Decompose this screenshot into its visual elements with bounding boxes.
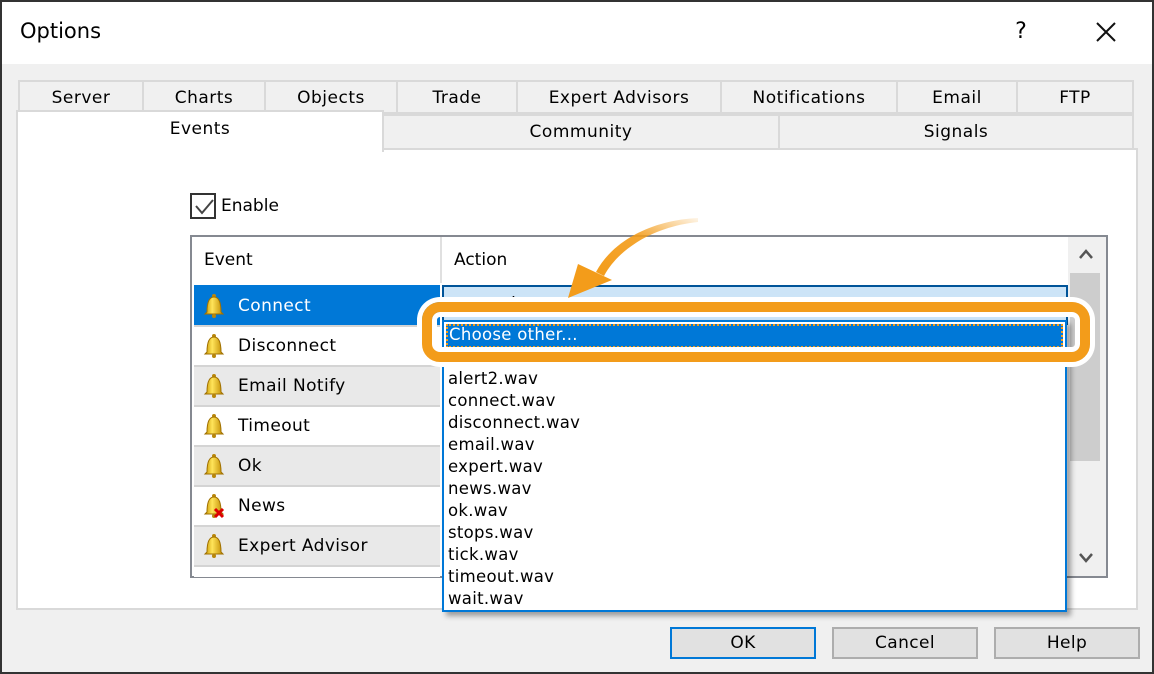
event-row-connect[interactable]: Connect — [194, 285, 440, 325]
dropdown-option[interactable]: alert2.wav — [448, 368, 538, 390]
checkmark-icon — [195, 199, 214, 215]
dropdown-option[interactable]: ok.wav — [448, 500, 508, 522]
dropdown-option[interactable]: tick.wav — [448, 544, 519, 566]
dropdown-option[interactable]: wait.wav — [448, 588, 524, 610]
options-dialog: Options ? Server Charts Objects Trade Ex… — [0, 0, 1154, 674]
tab-email[interactable]: Email — [896, 80, 1018, 114]
bell-icon — [202, 373, 226, 399]
dropdown-option[interactable]: disconnect.wav — [448, 412, 580, 434]
tab-ftp[interactable]: FTP — [1016, 80, 1134, 114]
tab-community[interactable]: Community — [382, 114, 780, 150]
tab-expert-advisors[interactable]: Expert Advisors — [516, 80, 722, 114]
dropdown-option[interactable]: stops.wav — [448, 522, 534, 544]
dropdown-option[interactable]: email.wav — [448, 434, 535, 456]
enable-checkbox[interactable] — [190, 193, 216, 219]
tab-signals[interactable]: Signals — [778, 114, 1134, 150]
event-row-expert-advisor[interactable]: Expert Advisor — [194, 525, 440, 565]
tab-events[interactable]: Events — [16, 110, 384, 152]
event-name: Connect — [238, 296, 312, 316]
bell-icon — [202, 293, 226, 319]
dropdown-option[interactable]: timeout.wav — [448, 566, 554, 588]
event-name: Expert Advisor — [238, 536, 368, 556]
vertical-scrollbar[interactable] — [1068, 237, 1106, 576]
event-row-partial[interactable] — [194, 565, 440, 577]
dropdown-option[interactable]: connect.wav — [448, 390, 556, 412]
scroll-thumb[interactable] — [1070, 273, 1100, 461]
close-icon[interactable] — [1088, 14, 1124, 50]
scroll-up-icon[interactable] — [1068, 237, 1106, 273]
tab-charts[interactable]: Charts — [142, 80, 266, 114]
bell-icon — [202, 333, 226, 359]
title-bar: Options ? — [2, 2, 1152, 64]
event-name: News — [238, 496, 286, 516]
ok-button[interactable]: OK — [670, 627, 816, 659]
event-rows: Connect Disconnect Email Notify Timeout … — [194, 285, 440, 577]
tab-objects[interactable]: Objects — [264, 80, 398, 114]
event-name: Disconnect — [238, 336, 337, 356]
tab-trade[interactable]: Trade — [396, 80, 518, 114]
bell-icon — [202, 533, 226, 559]
event-name: Timeout — [238, 416, 311, 436]
tab-notifications[interactable]: Notifications — [720, 80, 898, 114]
event-row-ok[interactable]: Ok — [194, 445, 440, 485]
grid-header: Event Action — [192, 237, 1068, 283]
dropdown-option-choose-other[interactable]: Choose other... — [446, 324, 1063, 348]
scroll-down-icon[interactable] — [1068, 540, 1106, 576]
dropdown-option[interactable]: news.wav — [448, 478, 532, 500]
bell-disabled-icon — [202, 493, 226, 519]
action-combobox[interactable]: connect.wav — [442, 285, 1068, 325]
event-row-timeout[interactable]: Timeout — [194, 405, 440, 445]
event-name: Email Notify — [238, 376, 346, 396]
bell-icon — [202, 413, 226, 439]
event-name: Ok — [238, 456, 263, 476]
event-row-email-notify[interactable]: Email Notify — [194, 365, 440, 405]
bell-icon — [202, 453, 226, 479]
help-icon-button[interactable]: ? — [1006, 16, 1036, 48]
dialog-title: Options — [20, 19, 102, 43]
sound-dropdown-list: Choose other... alert2.wav connect.wav d… — [442, 320, 1067, 612]
dropdown-option[interactable]: expert.wav — [448, 456, 543, 478]
tab-server[interactable]: Server — [18, 80, 144, 114]
cancel-button[interactable]: Cancel — [832, 627, 978, 659]
column-header-action[interactable]: Action — [442, 237, 1068, 283]
help-button[interactable]: Help — [994, 627, 1140, 659]
enable-label: Enable — [221, 196, 279, 216]
enable-checkbox-row[interactable]: Enable — [190, 193, 279, 219]
column-header-event[interactable]: Event — [192, 237, 442, 283]
event-row-disconnect[interactable]: Disconnect — [194, 325, 440, 365]
event-row-news[interactable]: News — [194, 485, 440, 525]
